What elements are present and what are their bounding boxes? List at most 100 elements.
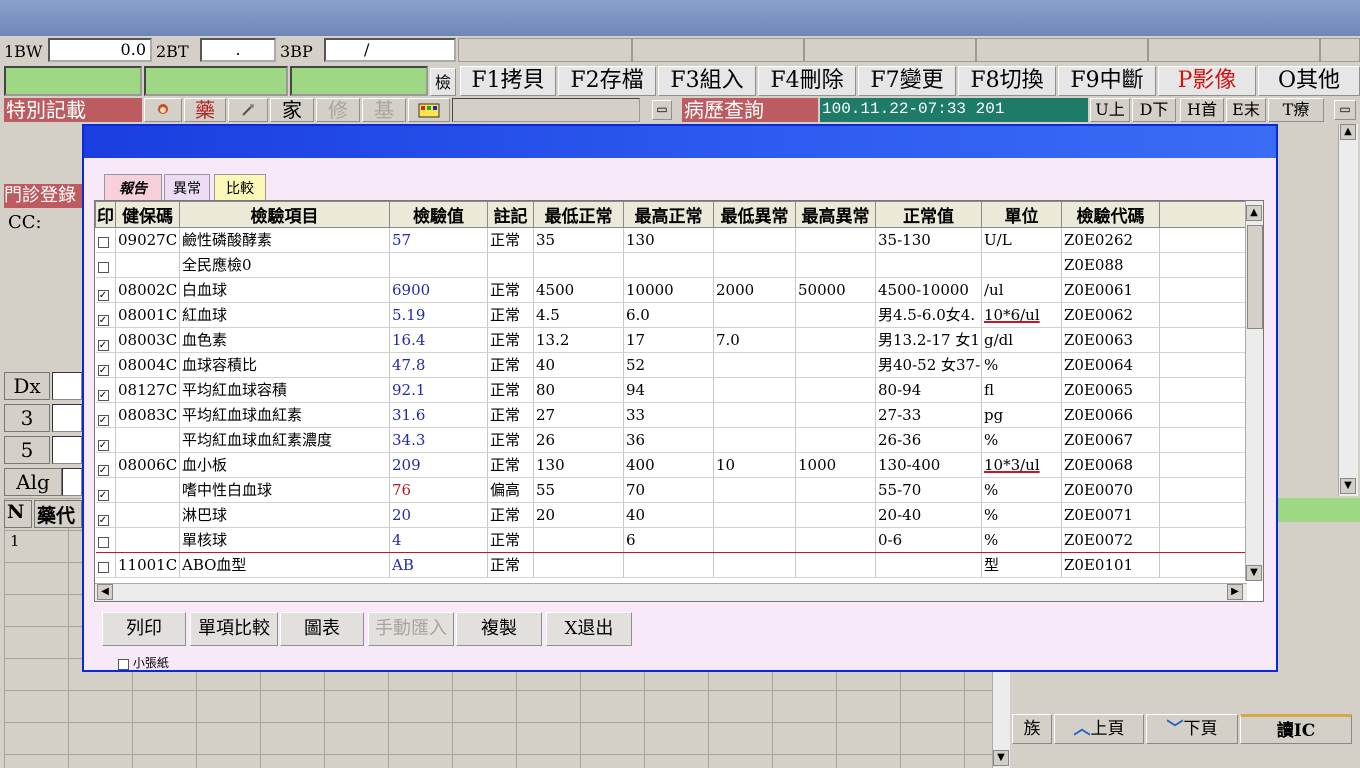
patient-icon[interactable] bbox=[144, 98, 182, 122]
chart-button[interactable]: 圖表 bbox=[280, 612, 364, 646]
grid-hscroll[interactable]: ◀ ▶ bbox=[95, 583, 1247, 601]
column-header[interactable]: 註記 bbox=[487, 201, 534, 228]
scroll-down-icon[interactable]: ▼ bbox=[993, 750, 1009, 766]
nav-treat-button[interactable]: T療 bbox=[1268, 98, 1324, 122]
history-query-label[interactable]: 病歷查詢 bbox=[682, 98, 818, 122]
print-checkbox-cell[interactable]: ✓ bbox=[95, 402, 116, 428]
print-checkbox-cell[interactable]: ✓ bbox=[95, 452, 116, 478]
print-checkbox[interactable] bbox=[97, 262, 109, 273]
tab-report[interactable]: 報告 bbox=[104, 174, 162, 202]
manual-import-button[interactable]: 手動匯入 bbox=[368, 612, 454, 646]
small-paper-option[interactable]: 小張紙 bbox=[118, 654, 169, 671]
print-checkbox[interactable] bbox=[97, 562, 109, 573]
tab-compare[interactable]: 比較 bbox=[214, 174, 266, 202]
table-row[interactable]: ✓ 嗜中性白血球 76 偏高 55 70 55-70% Z0E0070 bbox=[95, 477, 1248, 503]
tab-abnormal[interactable]: 異常 bbox=[164, 174, 210, 202]
item-3-field[interactable] bbox=[52, 404, 82, 432]
print-checkbox-cell[interactable]: ✓ bbox=[95, 377, 116, 403]
print-checkbox[interactable]: ✓ bbox=[97, 340, 109, 351]
table-row[interactable]: ✓ 08127C 平均紅血球容積 92.1 正常 80 94 80-94 fl Z0E0065 bbox=[95, 377, 1248, 403]
table-row[interactable]: ✓ 平均紅血球血紅素濃度 34.3 正常 26 36 26-36% Z0E0067 bbox=[95, 427, 1248, 453]
print-checkbox-cell[interactable]: ✓ bbox=[95, 502, 116, 528]
table-row[interactable]: ✓ 08003C 血色素 16.4 正常 13.2 17 7.0 男13.2-17 女1 g/dl… bbox=[95, 327, 1248, 353]
alg-button[interactable]: Alg bbox=[4, 468, 62, 496]
print-checkbox[interactable]: ✓ bbox=[97, 415, 109, 426]
print-checkbox[interactable]: ✓ bbox=[97, 515, 109, 526]
green-field-3[interactable] bbox=[290, 66, 428, 96]
item-5-field[interactable] bbox=[52, 436, 82, 464]
page-up-button[interactable]: ︿上頁 bbox=[1054, 714, 1144, 744]
column-header[interactable]: 健保碼 bbox=[115, 201, 180, 228]
print-checkbox[interactable]: ✓ bbox=[97, 490, 109, 501]
base-button[interactable]: 基 bbox=[362, 98, 406, 122]
dx-field[interactable] bbox=[52, 372, 82, 400]
column-header[interactable]: 單位 bbox=[981, 201, 1062, 228]
medicine-button[interactable]: 藥 bbox=[184, 98, 226, 122]
scroll-thumb[interactable] bbox=[1247, 225, 1263, 329]
table-row[interactable]: ✓ 淋巴球 20 正常 20 40 20-40% Z0E0071 bbox=[95, 502, 1248, 528]
check-button[interactable]: 檢 bbox=[430, 68, 456, 96]
print-checkbox[interactable]: ✓ bbox=[97, 365, 109, 376]
print-checkbox-cell[interactable]: ✓ bbox=[95, 327, 116, 353]
column-header[interactable]: 檢驗代碼 bbox=[1061, 201, 1160, 228]
exit-button[interactable]: X退出 bbox=[546, 612, 632, 646]
item-5-button[interactable]: 5 bbox=[4, 436, 50, 464]
table-row[interactable]: 09027C 鹼性磷酸酵素 57 正常 35 130 35-130 U/L Z0E0262 bbox=[95, 227, 1248, 253]
table-row[interactable]: ✓ 08001C 紅血球 5.19 正常 4.5 6.0 男4.5-6.0女4. 10*6/ul… bbox=[95, 302, 1248, 328]
modify-button[interactable]: 修 bbox=[316, 98, 360, 122]
bt-input[interactable]: . bbox=[200, 38, 276, 62]
table-row[interactable]: 11001C ABO血型 AB 正常 型 Z0E0101 bbox=[95, 552, 1248, 578]
print-checkbox[interactable] bbox=[97, 237, 109, 248]
print-checkbox-cell[interactable]: ✓ bbox=[95, 277, 116, 303]
print-checkbox-cell[interactable]: ✓ bbox=[95, 427, 116, 453]
f9-interrupt-button[interactable]: F9中斷 bbox=[1058, 66, 1156, 96]
green-field-2[interactable] bbox=[144, 66, 288, 96]
print-checkbox[interactable]: ✓ bbox=[97, 290, 109, 301]
table-row[interactable]: ✓ 08002C 白血球 6900 正常 4500 10000 2000 50000 4500-1… bbox=[95, 277, 1248, 303]
column-header[interactable]: 最高正常 bbox=[623, 201, 714, 228]
grid-vscroll[interactable]: ▲ ▼ bbox=[1245, 201, 1263, 581]
print-checkbox[interactable]: ✓ bbox=[97, 315, 109, 326]
alg-field[interactable] bbox=[62, 468, 82, 496]
window-icon[interactable]: ▭ bbox=[652, 100, 672, 120]
scroll-down-icon[interactable]: ▼ bbox=[1246, 565, 1262, 581]
table-row[interactable]: ✓ 08006C 血小板 209 正常 130 400 10 1000 130-400 10*3/u… bbox=[95, 452, 1248, 478]
table-row[interactable]: ✓ 08004C 血球容積比 47.8 正常 40 52 男40-52 女37-% Z0E006… bbox=[95, 352, 1248, 378]
read-ic-button[interactable]: 讀IC bbox=[1240, 714, 1352, 744]
nav-end-button[interactable]: E末 bbox=[1226, 98, 1266, 122]
f8-switch-button[interactable]: F8切換 bbox=[958, 66, 1056, 96]
family-button[interactable]: 族 bbox=[1012, 714, 1052, 744]
scroll-right-icon[interactable]: ▶ bbox=[1227, 584, 1243, 600]
right-vscroll[interactable]: ▲ ▼ bbox=[1338, 124, 1358, 496]
tool-icon[interactable] bbox=[228, 98, 268, 122]
small-paper-checkbox[interactable] bbox=[118, 659, 129, 670]
column-header[interactable]: 檢驗值 bbox=[389, 201, 488, 228]
column-header[interactable]: 最高異常 bbox=[795, 201, 876, 228]
column-header[interactable]: 最低正常 bbox=[533, 201, 624, 228]
scroll-left-icon[interactable]: ◀ bbox=[97, 584, 113, 600]
scroll-down-icon[interactable]: ▼ bbox=[1340, 478, 1356, 494]
print-checkbox[interactable] bbox=[97, 537, 109, 548]
copy-button[interactable]: 複製 bbox=[456, 612, 542, 646]
nav-down-button[interactable]: D下 bbox=[1132, 98, 1176, 122]
p-image-button[interactable]: P影像 bbox=[1158, 66, 1256, 96]
f2-save-button[interactable]: F2存檔 bbox=[558, 66, 656, 96]
window-icon[interactable]: ▭ bbox=[1334, 100, 1356, 120]
single-compare-button[interactable]: 單項比較 bbox=[190, 612, 278, 646]
scroll-up-icon[interactable]: ▲ bbox=[1340, 124, 1356, 140]
dx-button[interactable]: Dx bbox=[4, 372, 50, 400]
nav-up-button[interactable]: U上 bbox=[1090, 98, 1130, 122]
print-checkbox-cell[interactable]: ✓ bbox=[95, 352, 116, 378]
bp-input[interactable]: / bbox=[324, 38, 456, 62]
o-other-button[interactable]: O其他 bbox=[1258, 66, 1360, 96]
bw-input[interactable]: 0.0 bbox=[48, 38, 152, 62]
print-checkbox[interactable]: ✓ bbox=[97, 440, 109, 451]
f3-combine-button[interactable]: F3組入 bbox=[658, 66, 756, 96]
f7-change-button[interactable]: F7變更 bbox=[858, 66, 956, 96]
print-checkbox-cell[interactable] bbox=[95, 552, 116, 578]
nav-first-button[interactable]: H首 bbox=[1180, 98, 1224, 122]
print-checkbox-cell[interactable] bbox=[95, 527, 116, 553]
print-checkbox-cell[interactable]: ✓ bbox=[95, 477, 116, 503]
print-button[interactable]: 列印 bbox=[102, 612, 186, 646]
empty-field[interactable] bbox=[452, 98, 640, 122]
